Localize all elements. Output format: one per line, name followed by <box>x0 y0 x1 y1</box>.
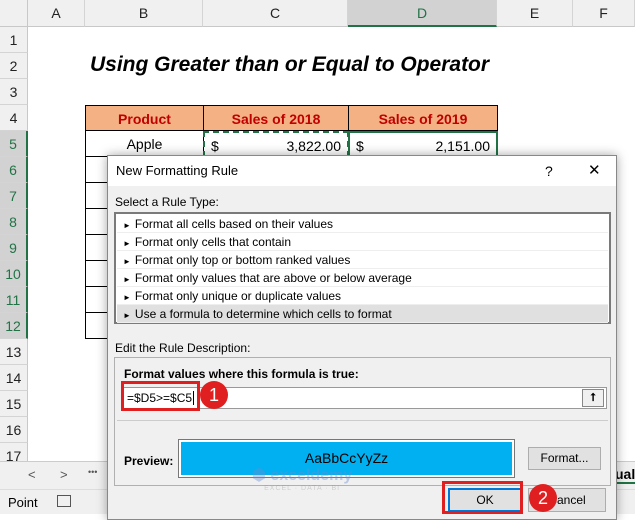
tab-prev-button[interactable]: < <box>28 467 36 482</box>
rule-type-label: Format only values that are above or bel… <box>134 271 412 285</box>
row-header-12[interactable]: 12 <box>0 313 28 339</box>
rule-bullet-icon: ► <box>123 293 131 302</box>
rule-bullet-icon: ► <box>123 221 131 230</box>
rule-bullet-icon: ► <box>123 275 131 284</box>
cell-d5[interactable]: $ 2,151.00 <box>348 131 498 157</box>
step-1-badge: 1 <box>200 381 228 409</box>
new-formatting-rule-dialog: New Formatting Rule ? ✕ Select a Rule Ty… <box>107 155 617 520</box>
tab-next-button[interactable]: > <box>60 467 68 482</box>
row-header-7[interactable]: 7 <box>0 183 28 209</box>
dialog-title: New Formatting Rule <box>116 163 239 178</box>
rule-type-label: Format all cells based on their values <box>134 217 334 231</box>
dialog-titlebar: New Formatting Rule ? ✕ <box>108 156 616 186</box>
rule-type-item[interactable]: ► Format only top or bottom ranked values <box>117 251 608 269</box>
divider <box>117 420 608 421</box>
tab-more-button[interactable]: ••• <box>88 467 97 477</box>
col-header-d[interactable]: D <box>348 0 497 27</box>
col-header-f[interactable]: F <box>573 0 635 27</box>
row-header-13[interactable]: 13 <box>0 339 28 365</box>
row-header-6[interactable]: 6 <box>0 157 28 183</box>
rule-bullet-icon: ► <box>123 239 131 248</box>
rule-type-item[interactable]: ► Use a formula to determine which cells … <box>117 305 608 323</box>
row-header-1[interactable]: 1 <box>0 27 28 53</box>
col-header-a[interactable]: A <box>28 0 85 27</box>
row-header-10[interactable]: 10 <box>0 261 28 287</box>
row-header-5[interactable]: 5 <box>0 131 28 157</box>
format-button[interactable]: Format... <box>528 447 601 470</box>
row-header-2[interactable]: 2 <box>0 53 28 79</box>
rule-bullet-icon: ► <box>123 311 131 320</box>
rule-type-label: Format only top or bottom ranked values <box>134 253 351 267</box>
formula-label: Format values where this formula is true… <box>124 367 359 381</box>
row-header-4[interactable]: 4 <box>0 105 28 131</box>
col-header-b[interactable]: B <box>85 0 203 27</box>
preview-label: Preview: <box>124 454 174 468</box>
sheet-title: Using Greater than or Equal to Operator <box>90 53 490 76</box>
collapse-dialog-button[interactable]: ⭡ <box>582 389 604 407</box>
accessibility-icon[interactable] <box>57 495 71 507</box>
header-sales-2019[interactable]: Sales of 2019 <box>348 105 498 131</box>
help-button[interactable]: ? <box>545 156 553 186</box>
rule-description-panel: Format values where this formula is true… <box>114 357 611 486</box>
rule-type-item[interactable]: ► Format only values that are above or be… <box>117 269 608 287</box>
step-2-badge: 2 <box>529 484 557 512</box>
header-sales-2018[interactable]: Sales of 2018 <box>203 105 349 131</box>
header-product[interactable]: Product <box>85 105 204 131</box>
rule-type-label: Format only cells that contain <box>134 235 291 249</box>
sheet-tab-partial[interactable]: ual <box>615 466 635 484</box>
select-all-corner[interactable] <box>0 0 28 27</box>
rule-type-item[interactable]: ► Format all cells based on their values <box>117 215 608 233</box>
rule-type-item[interactable]: ► Format only unique or duplicate values <box>117 287 608 305</box>
rule-type-item[interactable]: ► Format only cells that contain <box>117 233 608 251</box>
row-header-3[interactable]: 3 <box>0 79 28 105</box>
formula-highlight-box <box>121 381 200 411</box>
rule-type-label: Use a formula to determine which cells t… <box>134 307 392 321</box>
edit-rule-label: Edit the Rule Description: <box>115 341 251 355</box>
row-header-8[interactable]: 8 <box>0 209 28 235</box>
exceldemy-watermark: ⬢ exceldemy EXCEL · DATA · BI <box>252 467 353 492</box>
rule-type-list[interactable]: ► Format all cells based on their values ►… <box>114 212 611 324</box>
row-header-9[interactable]: 9 <box>0 235 28 261</box>
row-header-16[interactable]: 16 <box>0 417 28 443</box>
status-mode: Point <box>8 495 38 510</box>
cell-b5[interactable]: Apple <box>85 131 204 157</box>
row-header-15[interactable]: 15 <box>0 391 28 417</box>
col-header-c[interactable]: C <box>203 0 348 27</box>
rule-bullet-icon: ► <box>123 257 131 266</box>
row-header-14[interactable]: 14 <box>0 365 28 391</box>
close-icon[interactable]: ✕ <box>588 156 601 186</box>
ok-highlight-box <box>442 481 523 514</box>
row-header-11[interactable]: 11 <box>0 287 28 313</box>
cell-c5[interactable]: $ 3,822.00 <box>203 131 349 157</box>
rule-type-label: Format only unique or duplicate values <box>134 289 342 303</box>
col-header-e[interactable]: E <box>497 0 573 27</box>
select-rule-type-label: Select a Rule Type: <box>115 195 219 209</box>
